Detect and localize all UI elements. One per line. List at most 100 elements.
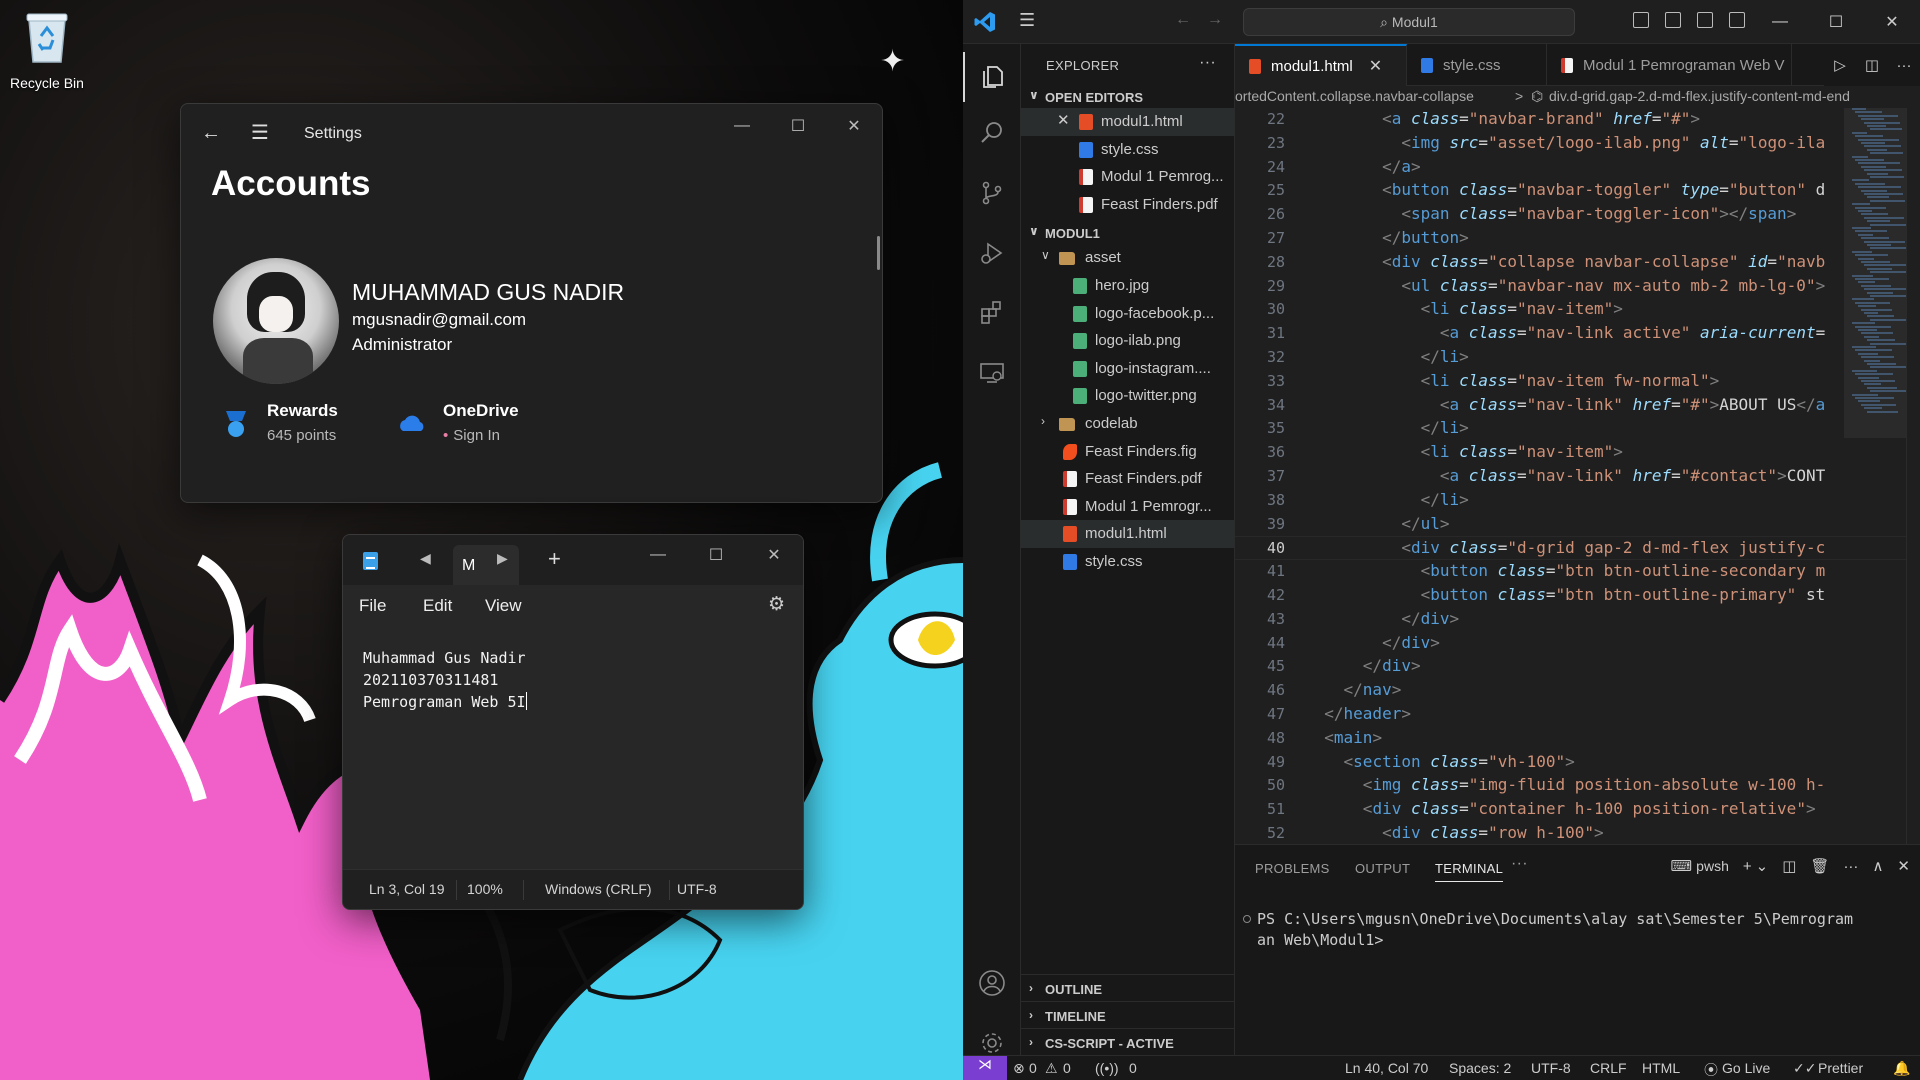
tree-file[interactable]: style.css <box>1021 548 1234 576</box>
terminal-shell-name[interactable]: pwsh <box>1696 858 1729 874</box>
code-line[interactable]: 37 <a class="nav-link" href="#contact">C… <box>1235 465 1920 489</box>
tab-style-css[interactable]: style.css <box>1407 44 1547 86</box>
search-icon[interactable] <box>963 108 1021 158</box>
minimize-icon[interactable]: — <box>714 104 770 148</box>
more-views-icon[interactable]: ··· <box>1511 855 1528 873</box>
minimap[interactable] <box>1844 108 1913 438</box>
language-mode[interactable]: HTML <box>1642 1060 1680 1076</box>
menu-file[interactable]: File <box>359 596 386 616</box>
editor-scrollbar[interactable] <box>1906 108 1920 844</box>
code-line[interactable]: 34 <a class="nav-link" href="#">ABOUT US… <box>1235 394 1920 418</box>
code-line[interactable]: 43 </div> <box>1235 608 1920 632</box>
code-line[interactable]: 29 <ul class="navbar-nav mx-auto mb-2 mb… <box>1235 275 1920 299</box>
extensions-icon[interactable] <box>963 288 1021 338</box>
open-editor-item[interactable]: Modul 1 Pemrog... <box>1021 163 1234 191</box>
indentation[interactable]: Spaces: 2 <box>1449 1060 1511 1076</box>
maximize-icon[interactable]: ☐ <box>1808 0 1864 44</box>
breadcrumb-item[interactable]: div.d-grid.gap-2.d-md-flex.justify-conte… <box>1549 88 1850 104</box>
code-line[interactable]: 28 <div class="collapse navbar-collapse"… <box>1235 251 1920 275</box>
menu-icon[interactable]: ☰ <box>1019 10 1035 31</box>
tree-file[interactable]: Feast Finders.pdf <box>1021 465 1234 493</box>
more-actions-icon[interactable]: ··· <box>1888 57 1920 74</box>
source-control-icon[interactable] <box>963 168 1021 218</box>
terminal-output[interactable]: PS C:\Users\mgusn\OneDrive\Documents\ala… <box>1257 909 1853 951</box>
notepad-titlebar[interactable]: ◀ M ▶ + — ☐ ✕ <box>343 535 803 585</box>
gear-icon[interactable]: ⚙ <box>768 593 785 616</box>
notifications-bell-icon[interactable]: 🔔 <box>1893 1060 1910 1077</box>
code-line[interactable]: 51 <div class="container h-100 position-… <box>1235 798 1920 822</box>
tab-output[interactable]: OUTPUT <box>1355 861 1410 876</box>
new-tab-plus-icon[interactable]: + <box>548 546 561 572</box>
code-line[interactable]: 31 <a class="nav-link active" aria-curre… <box>1235 322 1920 346</box>
code-line[interactable]: 26 <span class="navbar-toggler-icon"></s… <box>1235 203 1920 227</box>
tab-modul1-pdf[interactable]: Modul 1 Pemrograman Web V <box>1547 44 1792 86</box>
timeline-section[interactable]: › TIMELINE <box>1021 1001 1234 1028</box>
code-line[interactable]: 38 </li> <box>1235 489 1920 513</box>
tree-file[interactable]: logo-twitter.png <box>1021 382 1234 410</box>
kill-terminal-trash-icon[interactable]: 🗑 <box>1810 857 1829 875</box>
code-line[interactable]: 40 <div class="d-grid gap-2 d-md-flex ju… <box>1235 536 1920 561</box>
maximize-panel-chevron-up-icon[interactable]: ∧ <box>1872 857 1883 875</box>
more-actions-icon[interactable]: ··· <box>1199 54 1216 72</box>
toggle-primary-sidebar-icon[interactable] <box>1633 12 1649 28</box>
tree-file[interactable]: hero.jpg <box>1021 272 1234 300</box>
tab-problems[interactable]: PROBLEMS <box>1255 861 1330 876</box>
tree-folder-codelab[interactable]: › codelab <box>1021 410 1234 438</box>
onedrive-tile[interactable]: OneDrive • Sign In <box>397 401 519 444</box>
minimize-icon[interactable]: — <box>629 535 687 575</box>
tab-modul1-html[interactable]: modul1.html ✕ <box>1235 44 1407 86</box>
code-line[interactable]: 30 <li class="nav-item"> <box>1235 298 1920 322</box>
remote-indicator-icon[interactable]: ⋊ <box>963 1056 1007 1080</box>
notepad-text-area[interactable]: Muhammad Gus Nadir 202110370311481 Pemrogr… <box>363 647 527 713</box>
code-line[interactable]: 42 <button class="btn btn-outline-primar… <box>1235 584 1920 608</box>
forward-arrow-icon[interactable]: → <box>1207 11 1223 29</box>
code-line[interactable]: 47 </header> <box>1235 703 1920 727</box>
scrollbar-thumb[interactable] <box>877 236 880 270</box>
code-line[interactable]: 23 <img src="asset/logo-ilab.png" alt="l… <box>1235 132 1920 156</box>
warning-count[interactable]: 0 <box>1063 1060 1071 1076</box>
tab-scroll-right-icon[interactable]: ▶ <box>497 550 508 567</box>
code-line[interactable]: 48 <main> <box>1235 727 1920 751</box>
ports-icon[interactable]: ((•)) <box>1095 1060 1119 1076</box>
warning-icon[interactable]: ⚠ <box>1045 1060 1058 1077</box>
recycle-bin[interactable]: Recycle Bin <box>4 8 90 93</box>
new-terminal-plus-icon[interactable]: + <box>1743 858 1752 875</box>
vscode-titlebar[interactable]: ☰ ← → ⌕ Modul1 — ☐ ✕ <box>963 0 1920 44</box>
maximize-icon[interactable]: ☐ <box>687 535 745 575</box>
code-line[interactable]: 33 <li class="nav-item fw-normal"> <box>1235 370 1920 394</box>
tab-scroll-left-icon[interactable]: ◀ <box>420 550 431 567</box>
code-line[interactable]: 32 </li> <box>1235 346 1920 370</box>
close-icon[interactable]: ✕ <box>1864 0 1920 44</box>
menu-view[interactable]: View <box>485 596 522 616</box>
code-line[interactable]: 50 <img class="img-fluid position-absolu… <box>1235 774 1920 798</box>
code-line[interactable]: 45 </div> <box>1235 655 1920 679</box>
code-line[interactable]: 35 </li> <box>1235 417 1920 441</box>
run-debug-icon[interactable] <box>963 228 1021 278</box>
error-count[interactable]: 0 <box>1029 1060 1037 1076</box>
settings-titlebar[interactable]: ← ☰ Settings — ☐ ✕ <box>181 104 882 164</box>
cs-script-section[interactable]: › CS-SCRIPT - ACTIVE <box>1021 1028 1234 1055</box>
account-icon[interactable] <box>963 958 1021 1008</box>
back-arrow-icon[interactable]: ← <box>201 122 221 145</box>
run-play-icon[interactable]: ▷ <box>1824 56 1856 74</box>
onedrive-sign-in[interactable]: Sign In <box>453 427 500 444</box>
customize-layout-icon[interactable] <box>1729 12 1745 28</box>
workspace-section[interactable]: ∨ MODUL1 <box>1021 222 1234 244</box>
close-editor-icon[interactable]: ✕ <box>1057 111 1070 129</box>
code-line[interactable]: 36 <li class="nav-item"> <box>1235 441 1920 465</box>
prettier-button[interactable]: Prettier <box>1818 1060 1863 1076</box>
split-terminal-icon[interactable]: ◫ <box>1782 857 1796 875</box>
toggle-secondary-sidebar-icon[interactable] <box>1697 12 1713 28</box>
toggle-panel-icon[interactable] <box>1665 12 1681 28</box>
tree-file[interactable]: Modul 1 Pemrogr... <box>1021 493 1234 521</box>
code-editor[interactable]: 22 <a class="navbar-brand" href="#"> 23 <… <box>1235 108 1920 844</box>
breadcrumb-item[interactable]: ortedContent.collapse.navbar-collapse <box>1235 88 1474 104</box>
close-tab-icon[interactable]: ✕ <box>1369 56 1382 76</box>
open-editor-item[interactable]: style.css <box>1021 136 1234 164</box>
open-editor-item[interactable]: Feast Finders.pdf <box>1021 191 1234 219</box>
explorer-files-icon[interactable] <box>963 52 1021 102</box>
tree-file[interactable]: logo-instagram.... <box>1021 355 1234 383</box>
tree-file[interactable]: Feast Finders.fig <box>1021 438 1234 466</box>
menu-edit[interactable]: Edit <box>423 596 452 616</box>
code-line[interactable]: 46 </nav> <box>1235 679 1920 703</box>
